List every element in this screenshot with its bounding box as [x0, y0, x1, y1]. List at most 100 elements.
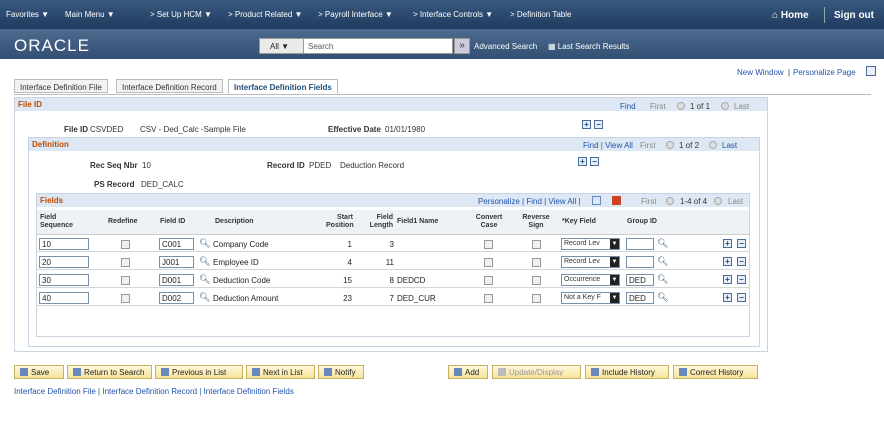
- home-icon: ⌂: [772, 10, 779, 21]
- field-id-input[interactable]: J001: [159, 256, 194, 268]
- add-row-icon[interactable]: +: [723, 257, 732, 266]
- lookup-icon[interactable]: 🔍︎: [657, 238, 668, 249]
- delete-row-icon[interactable]: −: [737, 239, 746, 248]
- lookup-icon[interactable]: 🔍︎: [657, 292, 668, 303]
- home-link[interactable]: ⌂ Home: [772, 10, 809, 21]
- file-find-link[interactable]: Find: [620, 102, 636, 111]
- redefine-checkbox[interactable]: [121, 240, 130, 249]
- previous-icon[interactable]: [666, 141, 674, 149]
- lookup-icon[interactable]: 🔍︎: [199, 274, 210, 285]
- correct-history-button[interactable]: Correct History: [673, 365, 758, 379]
- field-id-input[interactable]: C001: [159, 238, 194, 250]
- file-count: 1 of 1: [690, 102, 711, 111]
- previous-icon[interactable]: [677, 102, 685, 110]
- notify-icon: [324, 368, 332, 376]
- top-nav-bar: Favorites ▼ Main Menu ▼ > Set Up HCM ▼ >…: [0, 0, 884, 29]
- key-field-select[interactable]: Record Lev ▼: [561, 238, 620, 250]
- main-menu[interactable]: Main Menu ▼: [65, 10, 115, 19]
- delete-row-icon[interactable]: −: [737, 293, 746, 302]
- next-icon[interactable]: [714, 197, 722, 205]
- previous-in-list-button[interactable]: Previous in List: [155, 365, 243, 379]
- add-button[interactable]: Add: [448, 365, 488, 379]
- group-id-input[interactable]: DED: [626, 274, 654, 286]
- group-id-input[interactable]: DED: [626, 292, 654, 304]
- breadcrumb-payroll-interface[interactable]: > Payroll Interface ▼: [318, 10, 393, 19]
- delete-row-icon[interactable]: −: [737, 275, 746, 284]
- key-field-select[interactable]: Not a Key F ▼: [561, 292, 620, 304]
- field-id-input[interactable]: D001: [159, 274, 194, 286]
- description-cell: Deduction Amount: [213, 294, 279, 303]
- breadcrumb-definition-table[interactable]: > Definition Table: [510, 10, 571, 19]
- tab-interface-definition-fields[interactable]: Interface Definition Fields: [228, 79, 338, 94]
- redefine-checkbox[interactable]: [121, 276, 130, 285]
- next-icon[interactable]: [709, 141, 717, 149]
- delete-row-icon[interactable]: −: [590, 157, 599, 166]
- reverse-sign-checkbox[interactable]: [532, 294, 541, 303]
- update-display-button[interactable]: Update/Display: [492, 365, 581, 379]
- chevron-down-icon: ▼: [610, 275, 619, 285]
- search-scope-select[interactable]: All ▼: [259, 38, 304, 54]
- last-search-results-link[interactable]: ▦ Last Search Results: [548, 42, 629, 51]
- zoom-icon[interactable]: [592, 196, 601, 205]
- footer-links[interactable]: Interface Definition File | Interface De…: [14, 387, 294, 396]
- lookup-icon[interactable]: 🔍︎: [199, 292, 210, 303]
- personalize-page-link[interactable]: Personalize Page: [793, 68, 856, 77]
- field-length-cell: 11: [385, 258, 394, 267]
- fields-toolbar-links[interactable]: Personalize | Find | View All |: [478, 197, 581, 206]
- notify-button[interactable]: Notify: [318, 365, 364, 379]
- convert-case-checkbox[interactable]: [484, 258, 493, 267]
- save-button[interactable]: Save: [14, 365, 64, 379]
- lookup-icon[interactable]: 🔍︎: [199, 238, 210, 249]
- next-in-list-button[interactable]: Next in List: [246, 365, 315, 379]
- reverse-sign-checkbox[interactable]: [532, 240, 541, 249]
- return-to-search-button[interactable]: Return to Search: [67, 365, 152, 379]
- col-description: Description: [215, 218, 254, 225]
- help-icon[interactable]: [866, 66, 876, 76]
- lookup-icon[interactable]: 🔍︎: [657, 274, 668, 285]
- include-history-button[interactable]: Include History: [585, 365, 669, 379]
- add-row-icon[interactable]: +: [723, 293, 732, 302]
- field-sequence-input[interactable]: 20: [39, 256, 89, 268]
- next-icon[interactable]: [721, 102, 729, 110]
- search-input[interactable]: Search: [303, 38, 453, 54]
- field-sequence-input[interactable]: 40: [39, 292, 89, 304]
- convert-case-checkbox[interactable]: [484, 240, 493, 249]
- field-sequence-input[interactable]: 30: [39, 274, 89, 286]
- lookup-icon[interactable]: 🔍︎: [657, 256, 668, 267]
- favorites-menu[interactable]: Favorites ▼: [6, 10, 49, 19]
- convert-case-checkbox[interactable]: [484, 276, 493, 285]
- tab-interface-definition-file[interactable]: Interface Definition File: [14, 79, 108, 93]
- key-field-select[interactable]: Record Lev ▼: [561, 256, 620, 268]
- reverse-sign-checkbox[interactable]: [532, 276, 541, 285]
- add-row-icon[interactable]: +: [582, 120, 591, 129]
- reverse-sign-checkbox[interactable]: [532, 258, 541, 267]
- advanced-search-link[interactable]: Advanced Search: [474, 42, 537, 51]
- definition-find-viewall-link[interactable]: Find | View All: [583, 141, 633, 150]
- field-sequence-input[interactable]: 10: [39, 238, 89, 250]
- tab-interface-definition-record[interactable]: Interface Definition Record: [116, 79, 223, 93]
- new-window-link[interactable]: New Window: [737, 68, 784, 77]
- sign-out-link[interactable]: Sign out: [834, 10, 874, 21]
- download-icon[interactable]: [612, 196, 621, 205]
- chevron-down-icon: ▼: [610, 257, 619, 267]
- delete-row-icon[interactable]: −: [737, 257, 746, 266]
- field-id-input[interactable]: D002: [159, 292, 194, 304]
- definition-last-link[interactable]: Last: [722, 141, 737, 150]
- breadcrumb-product-related[interactable]: > Product Related ▼: [228, 10, 302, 19]
- group-id-input[interactable]: [626, 238, 654, 250]
- search-go-button[interactable]: »: [454, 38, 470, 54]
- add-row-icon[interactable]: +: [578, 157, 587, 166]
- key-field-select[interactable]: Occurrence ▼: [561, 274, 620, 286]
- breadcrumb-interface-controls[interactable]: > Interface Controls ▼: [413, 10, 493, 19]
- add-row-icon[interactable]: +: [723, 239, 732, 248]
- previous-icon[interactable]: [666, 197, 674, 205]
- add-row-icon[interactable]: +: [723, 275, 732, 284]
- group-id-input[interactable]: [626, 256, 654, 268]
- redefine-checkbox[interactable]: [121, 258, 130, 267]
- record-id-value: PDED: [309, 161, 332, 170]
- redefine-checkbox[interactable]: [121, 294, 130, 303]
- convert-case-checkbox[interactable]: [484, 294, 493, 303]
- delete-row-icon[interactable]: −: [594, 120, 603, 129]
- breadcrumb-set-up-hcm[interactable]: > Set Up HCM ▼: [150, 10, 212, 19]
- lookup-icon[interactable]: 🔍︎: [199, 256, 210, 267]
